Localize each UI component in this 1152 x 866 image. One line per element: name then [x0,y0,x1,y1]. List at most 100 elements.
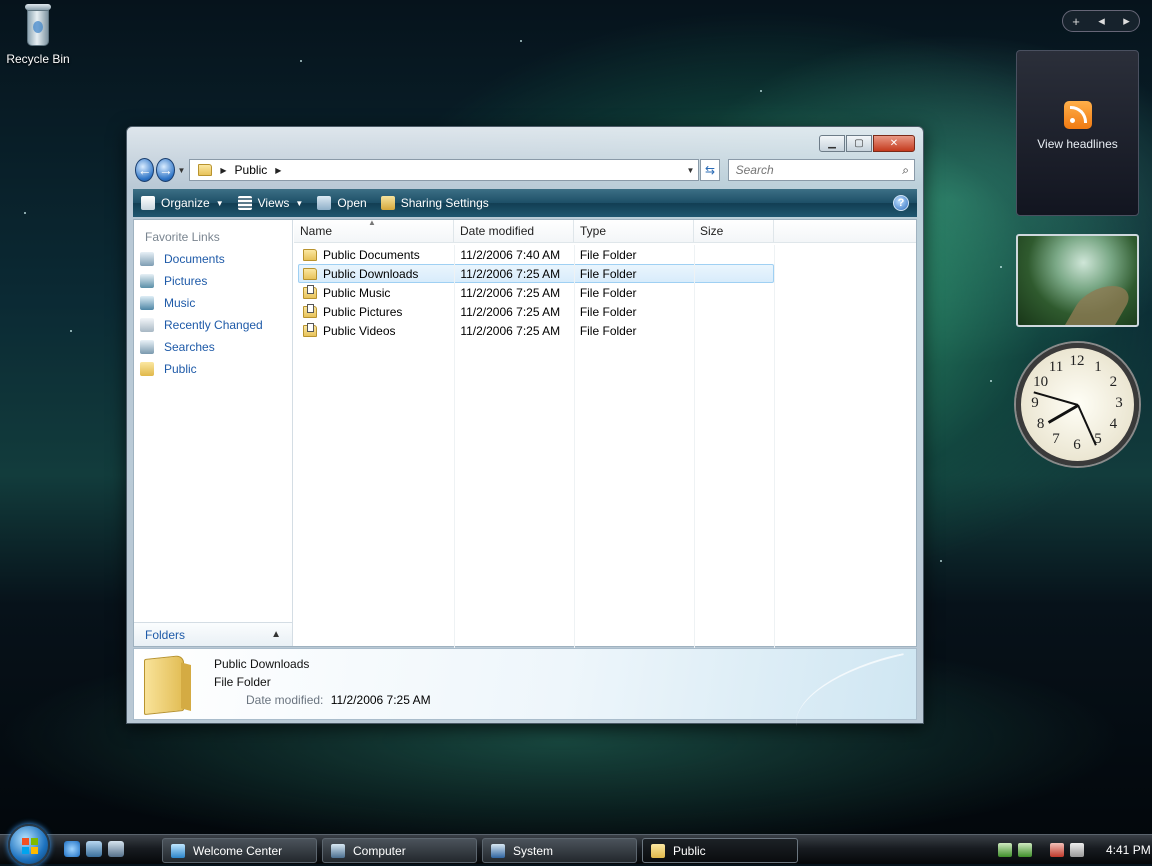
open-label: Open [337,196,367,210]
videos-folder-icon [303,322,317,337]
internet-explorer-icon[interactable] [64,841,80,857]
file-type: File Folder [579,285,637,300]
column-header-name[interactable]: ▲ Name [294,218,454,242]
network-icon[interactable] [1050,843,1064,857]
address-bar[interactable]: ▶ Public ▶ ▼ [189,159,700,181]
add-gadget-button[interactable]: + [1072,14,1080,29]
documents-icon [140,252,154,266]
file-row[interactable]: Public Videos 11/2/2006 7:25 AM File Fol… [298,321,774,340]
column-header-date-modified[interactable]: Date modified [454,220,574,242]
sort-ascending-icon: ▲ [368,218,376,227]
file-row[interactable]: Public Music 11/2/2006 7:25 AM File Fold… [298,283,774,302]
nav-link-music[interactable]: Music [134,292,292,314]
file-row[interactable]: Public Pictures 11/2/2006 7:25 AM File F… [298,302,774,321]
organize-button[interactable]: Organize ▼ [141,196,224,210]
feed-headlines-gadget[interactable]: View headlines [1016,50,1139,216]
favorite-links-title: Favorite Links [145,230,220,244]
large-folder-icon [144,654,184,716]
clock-numeral: 12 [1069,353,1085,369]
star [990,380,992,382]
recycle-bin[interactable]: Recycle Bin [4,2,72,66]
nav-link-label: Recently Changed [164,318,263,332]
open-button[interactable]: Open [317,196,367,210]
task-label: Computer [353,843,406,858]
music-icon [140,296,154,310]
file-row[interactable]: Public Downloads 11/2/2006 7:25 AM File … [298,264,774,283]
previous-page-button[interactable]: ◂ [1098,13,1105,29]
views-button[interactable]: Views ▼ [237,196,303,210]
organize-icon [141,196,155,210]
column-label: Type [580,224,607,238]
nav-link-recently-changed[interactable]: Recently Changed [134,314,292,336]
taskbar-button-welcome-center[interactable]: Welcome Center [162,838,317,863]
back-button[interactable]: ← [135,158,155,182]
start-button[interactable] [8,824,50,866]
volume-icon[interactable] [1070,843,1084,857]
column-guide [694,245,695,648]
taskbar-button-system[interactable]: System [482,838,637,863]
security-icon[interactable] [998,843,1012,857]
recent-pages-dropdown[interactable]: ▼ [177,166,185,175]
nav-link-label: Documents [164,252,225,266]
nav-link-label: Pictures [164,274,208,288]
column-label: Name [300,224,333,238]
star [520,40,522,42]
details-type: File Folder [214,675,271,689]
nav-link-searches[interactable]: Searches [134,336,292,358]
address-dropdown-icon[interactable]: ▼ [686,166,694,175]
folder-icon [198,164,213,176]
search-icon[interactable]: ⌕ [902,163,909,178]
folders-toggle[interactable]: Folders ▲ [134,622,292,646]
clock-gadget[interactable]: 12 1 2 3 4 5 6 7 8 9 10 11 [1016,343,1139,466]
nav-link-documents[interactable]: Documents [134,248,292,270]
rss-icon [1063,101,1092,129]
column-guide [774,245,775,648]
switch-windows-icon[interactable] [108,841,124,857]
breadcrumb-public[interactable]: Public [235,163,268,177]
slideshow-gadget[interactable] [1016,234,1139,327]
close-button[interactable]: ✕ [873,135,915,152]
taskbar-button-computer[interactable]: Computer [322,838,477,863]
maximize-button[interactable]: ▢ [846,135,872,152]
clock-numeral: 5 [1094,431,1102,448]
breadcrumb-arrow-icon[interactable]: ▶ [275,166,281,175]
breadcrumb-arrow-icon[interactable]: ▶ [220,166,226,175]
nav-link-public[interactable]: Public [134,358,292,380]
file-type: File Folder [579,247,637,262]
file-row[interactable]: Public Documents 11/2/2006 7:40 AM File … [298,245,774,264]
forward-button[interactable]: → [156,158,176,182]
column-label: Date modified [460,224,535,238]
clock-numeral: 8 [1036,416,1045,432]
organize-label: Organize [161,196,210,210]
windows-update-icon[interactable] [1018,843,1032,857]
content-area: Favorite Links Documents Pictures Music … [133,218,917,648]
file-rows: Public Documents 11/2/2006 7:40 AM File … [294,245,916,648]
pictures-icon [140,274,154,288]
refresh-button[interactable]: ⇆ [700,159,720,181]
minimize-button[interactable]: ▁ [819,135,845,152]
clock-numeral: 10 [1033,374,1049,390]
maximize-icon: ▢ [854,138,864,149]
help-button[interactable]: ? [893,195,909,211]
nav-link-label: Music [164,296,196,310]
music-folder-icon [303,284,317,299]
search-box[interactable]: ⌕ [727,159,916,181]
star [24,212,26,214]
clock-hour-hand [1047,403,1079,424]
sharing-settings-label: Sharing Settings [400,196,489,210]
column-label: Size [700,224,724,238]
column-header-type[interactable]: Type [574,220,694,242]
column-header-size[interactable]: Size [694,220,774,242]
sharing-settings-button[interactable]: Sharing Settings [380,196,489,210]
search-input[interactable] [733,162,903,178]
next-page-button[interactable]: ▸ [1123,13,1130,29]
gadget-controls: + ◂ ▸ [1062,10,1140,32]
nav-link-pictures[interactable]: Pictures [134,270,292,292]
file-type: File Folder [579,323,637,338]
file-type: File Folder [579,304,637,319]
show-desktop-icon[interactable] [86,841,102,857]
star [70,330,72,332]
clock-time[interactable]: 4:41 PM [1106,843,1151,857]
clock-numeral: 2 [1109,374,1118,390]
taskbar-button-public[interactable]: Public [642,838,798,863]
